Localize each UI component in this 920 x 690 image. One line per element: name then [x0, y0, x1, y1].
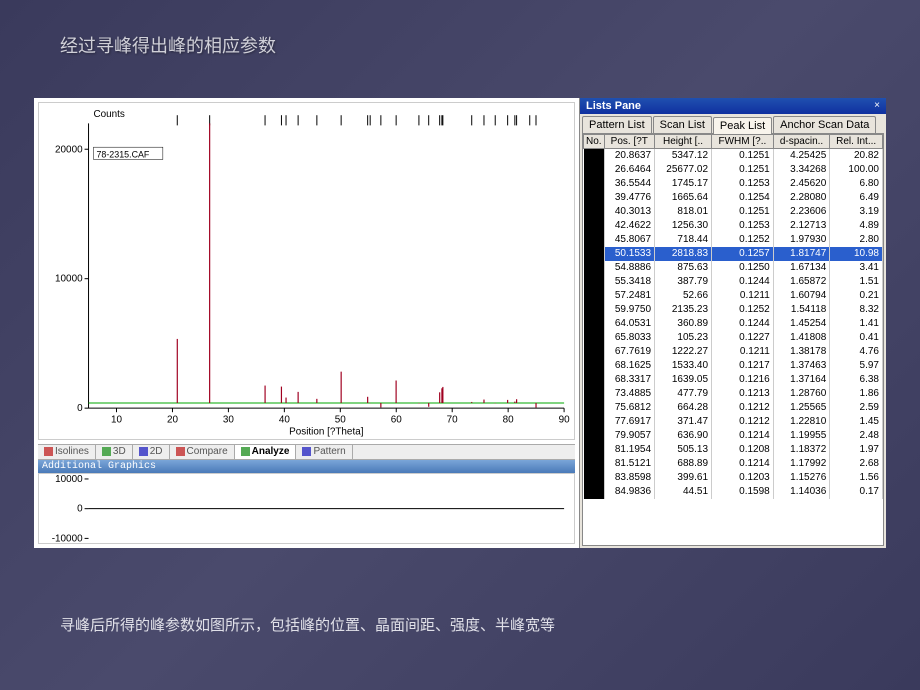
col-header[interactable]: Rel. Int... [830, 135, 883, 149]
additional-graphics-title: Additional Graphics [38, 460, 575, 473]
lists-pane-titlebar: Lists Pane × [580, 98, 886, 114]
tab-icon [102, 447, 111, 456]
svg-text:Counts: Counts [93, 109, 124, 120]
svg-text:90: 90 [559, 414, 570, 425]
tab-icon [241, 447, 250, 456]
table-row[interactable]: 36.55441745.170.12532.456206.80 [584, 177, 883, 191]
lists-pane-title: Lists Pane [586, 100, 641, 112]
svg-text:70: 70 [447, 414, 458, 425]
table-row[interactable]: 57.248152.660.12111.607940.21 [584, 289, 883, 303]
peak-table-wrap[interactable]: No.Pos. [?THeight [..FWHM [?..d-spacin..… [582, 133, 884, 546]
close-icon[interactable]: × [874, 100, 880, 112]
svg-text:80: 80 [503, 414, 514, 425]
table-row[interactable]: 40.3013818.010.12512.236063.19 [584, 205, 883, 219]
svg-text:10000: 10000 [55, 274, 83, 285]
svg-text:20000: 20000 [55, 144, 83, 155]
col-header[interactable]: d-spacin.. [773, 135, 830, 149]
table-row[interactable]: 84.983644.510.15981.140360.17 [584, 485, 883, 499]
chart-tab-2d[interactable]: 2D [133, 445, 170, 459]
tab-label: 2D [150, 446, 163, 457]
table-row[interactable]: 68.16251533.400.12171.374635.97 [584, 359, 883, 373]
svg-text:40: 40 [279, 414, 290, 425]
svg-text:30: 30 [223, 414, 234, 425]
chart-tab-3d[interactable]: 3D [96, 445, 133, 459]
table-row[interactable]: 39.47761665.640.12542.280806.49 [584, 191, 883, 205]
col-header[interactable]: FWHM [?.. [712, 135, 774, 149]
tab-icon [139, 447, 148, 456]
tab-icon [302, 447, 311, 456]
table-row[interactable]: 79.9057636.900.12141.199552.48 [584, 429, 883, 443]
table-row[interactable]: 64.0531360.890.12441.452541.41 [584, 317, 883, 331]
tab-label: Isolines [55, 446, 89, 457]
svg-text:20: 20 [167, 414, 178, 425]
table-row[interactable]: 59.97502135.230.12521.541188.32 [584, 303, 883, 317]
table-row[interactable]: 20.86375347.120.12514.2542520.82 [584, 149, 883, 163]
tab-label: Compare [187, 446, 228, 457]
table-row[interactable]: 26.646425677.020.12513.34268100.00 [584, 163, 883, 177]
table-row[interactable]: 67.76191222.270.12111.381784.76 [584, 345, 883, 359]
tab-pattern-list[interactable]: Pattern List [582, 116, 652, 133]
peak-table: No.Pos. [?THeight [..FWHM [?..d-spacin..… [583, 134, 883, 499]
list-tabs: Pattern ListScan ListPeak ListAnchor Sca… [580, 114, 886, 133]
tab-anchor-scan-data[interactable]: Anchor Scan Data [773, 116, 876, 133]
chart-tab-analyze[interactable]: Analyze [235, 445, 297, 459]
table-row[interactable]: 68.33171639.050.12161.371646.38 [584, 373, 883, 387]
table-row[interactable]: 81.5121688.890.12141.179922.68 [584, 457, 883, 471]
table-row[interactable]: 73.4885477.790.12131.287601.86 [584, 387, 883, 401]
col-header[interactable]: Height [.. [655, 135, 712, 149]
table-row[interactable]: 83.8598399.610.12031.152761.56 [584, 471, 883, 485]
tab-label: Analyze [252, 446, 290, 457]
chart-tab-compare[interactable]: Compare [170, 445, 235, 459]
tab-peak-list[interactable]: Peak List [713, 117, 772, 134]
tab-icon [44, 447, 53, 456]
chart-pane: Counts 10 20 30 40 50 60 70 80 90 0 10000 20000 Posit… [34, 98, 579, 548]
slide-caption: 寻峰后所得的峰参数如图所示，包括峰的位置、晶面间距、强度、半峰宽等 [0, 614, 555, 635]
main-chart[interactable]: Counts 10 20 30 40 50 60 70 80 90 0 10000 20000 Posit… [38, 102, 575, 440]
chart-tabs: Isolines 3D 2D Compare Analyze Pattern [38, 444, 575, 460]
table-row[interactable]: 65.8033105.230.12271.418080.41 [584, 331, 883, 345]
table-row[interactable]: 81.1954505.130.12081.183721.97 [584, 443, 883, 457]
chart-tab-isolines[interactable]: Isolines [38, 445, 96, 459]
svg-text:-10000: -10000 [52, 533, 83, 543]
tab-scan-list[interactable]: Scan List [653, 116, 712, 133]
svg-text:0: 0 [77, 503, 83, 514]
lists-pane: Lists Pane × Pattern ListScan ListPeak L… [579, 98, 886, 548]
tab-icon [176, 447, 185, 456]
tab-label: 3D [113, 446, 126, 457]
slide-title: 经过寻峰得出峰的相应参数 [0, 0, 920, 58]
mini-chart[interactable]: -10000 0 10000 [38, 473, 575, 544]
table-row[interactable]: 42.46221256.300.12532.127134.89 [584, 219, 883, 233]
svg-text:10000: 10000 [55, 474, 83, 485]
col-header[interactable]: Pos. [?T [604, 135, 654, 149]
col-header[interactable]: No. [584, 135, 605, 149]
table-row[interactable]: 45.8067718.440.12521.979302.80 [584, 233, 883, 247]
chart-tab-pattern[interactable]: Pattern [296, 445, 352, 459]
table-row[interactable]: 75.6812664.280.12121.255652.59 [584, 401, 883, 415]
svg-text:Position [?Theta]: Position [?Theta] [289, 426, 363, 437]
svg-text:10: 10 [111, 414, 122, 425]
table-row[interactable]: 77.6917371.470.12121.228101.45 [584, 415, 883, 429]
app-window: Counts 10 20 30 40 50 60 70 80 90 0 10000 20000 Posit… [34, 98, 886, 548]
svg-text:60: 60 [391, 414, 402, 425]
svg-text:78-2315.CAF: 78-2315.CAF [96, 149, 149, 159]
table-row[interactable]: 55.3418387.790.12441.658721.51 [584, 275, 883, 289]
table-row[interactable]: 54.8886875.630.12501.671343.41 [584, 261, 883, 275]
tab-label: Pattern [313, 446, 345, 457]
svg-text:50: 50 [335, 414, 346, 425]
table-row[interactable]: 50.15332818.830.12571.8174710.98 [584, 247, 883, 261]
svg-text:0: 0 [77, 403, 83, 414]
